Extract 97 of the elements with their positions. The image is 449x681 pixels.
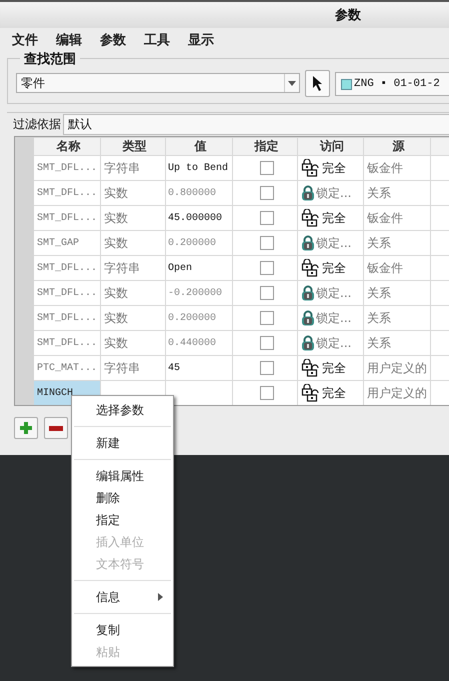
table-cell: 关系	[364, 306, 430, 330]
table-cell: 字符串	[100, 156, 166, 180]
column-header[interactable]: 源	[364, 138, 430, 156]
cursor-icon	[312, 76, 322, 91]
padlock-icon	[301, 235, 315, 251]
table-cell: 关系	[364, 280, 430, 306]
table-cell: 0.200000	[166, 306, 232, 330]
filter-label: 过滤依据	[13, 116, 61, 132]
access-label: 完全	[322, 210, 346, 226]
checkbox[interactable]	[260, 261, 274, 275]
menu-item[interactable]: 参数	[100, 31, 126, 49]
access-label: 锁定...	[316, 284, 352, 302]
padlocks-icon	[301, 159, 321, 177]
padlock-icon	[301, 285, 315, 301]
model-field[interactable]: ZNG ▪ 01-01-2	[335, 72, 449, 96]
menu-item[interactable]: 删除	[72, 487, 173, 509]
minus-icon	[49, 426, 63, 430]
window-title: 参数	[335, 7, 361, 24]
padlock-icon	[301, 310, 315, 326]
access-label: 锁定...	[316, 234, 352, 252]
table-cell[interactable]: SMT_DFL...	[34, 306, 100, 330]
table-cell[interactable]: SMT_DFL...	[34, 330, 100, 356]
table-cell: 实数	[100, 230, 166, 256]
table-cell[interactable]: SMT_DFL...	[34, 280, 100, 306]
menu-item[interactable]: 复制	[72, 619, 173, 641]
table-cell[interactable]: SMT_DFL...	[34, 156, 100, 180]
menu-item[interactable]: 文件	[12, 31, 38, 49]
menu-item[interactable]: 编辑	[56, 31, 82, 49]
checkbox[interactable]	[260, 386, 274, 400]
table-cell[interactable]: SMT_DFL...	[34, 180, 100, 206]
select-button[interactable]	[305, 70, 330, 97]
access-label: 完全	[322, 160, 346, 176]
table-cell: 钣金件	[364, 206, 430, 230]
checkbox[interactable]	[260, 186, 274, 200]
remove-button[interactable]	[44, 417, 68, 439]
padlocks-icon	[301, 359, 321, 377]
column-header[interactable]: 值	[166, 138, 232, 156]
table-cell: 钣金件	[364, 156, 430, 180]
checkbox[interactable]	[260, 161, 274, 175]
checkbox[interactable]	[260, 211, 274, 225]
menu-item[interactable]: 显示	[188, 31, 214, 49]
plus-icon	[20, 422, 32, 434]
group-legend: 查找范围	[20, 50, 80, 68]
checkbox[interactable]	[260, 336, 274, 350]
table-cell: 0.440000	[166, 330, 232, 356]
table-cell: 钣金件	[364, 256, 430, 280]
table-cell: Up to Bend	[166, 156, 232, 180]
add-button[interactable]	[14, 417, 38, 439]
menu-item[interactable]: 编辑属性	[72, 465, 173, 487]
access-label: 完全	[322, 360, 346, 376]
table-cell: 45.000000	[166, 206, 232, 230]
column-header[interactable]: 名称	[34, 138, 100, 156]
column-header[interactable]: 类型	[100, 138, 166, 156]
checkbox[interactable]	[260, 361, 274, 375]
padlocks-icon	[301, 384, 321, 402]
access-label: 锁定...	[316, 184, 352, 202]
menu-item[interactable]: 指定	[72, 509, 173, 531]
table-cell: 关系	[364, 230, 430, 256]
scope-dropdown[interactable]: 零件	[16, 73, 300, 93]
access-label: 锁定...	[316, 334, 352, 352]
access-label: 完全	[322, 384, 346, 402]
table-cell[interactable]: SMT_DFL...	[34, 256, 100, 280]
table-cell: 0.200000	[166, 230, 232, 256]
table-cell: 0.800000	[166, 180, 232, 206]
column-header[interactable]: 指定	[232, 138, 298, 156]
table-cell: Open	[166, 256, 232, 280]
checkbox[interactable]	[260, 311, 274, 325]
table-cell: 关系	[364, 330, 430, 356]
table-cell: 字符串	[100, 356, 166, 380]
dropdown-arrow-icon	[288, 80, 296, 86]
checkbox[interactable]	[260, 236, 274, 250]
table-cell: 实数	[100, 306, 166, 330]
table-cell: 用户定义的	[364, 356, 430, 380]
table-cell: -0.200000	[166, 280, 232, 306]
menu-item[interactable]: 新建	[72, 432, 173, 454]
padlock-icon	[301, 185, 315, 201]
table-cell: 实数	[100, 206, 166, 230]
padlocks-icon	[301, 209, 321, 227]
submenu-arrow-icon	[158, 593, 163, 601]
checkbox[interactable]	[260, 286, 274, 300]
table-cell: 45	[166, 356, 232, 380]
table-cell[interactable]: SMT_GAP	[34, 230, 100, 256]
table-cell: 字符串	[100, 256, 166, 280]
padlocks-icon	[301, 259, 321, 277]
access-label: 锁定...	[316, 310, 352, 326]
column-header[interactable]: 访问	[298, 138, 364, 156]
menu-item[interactable]: 信息	[72, 586, 173, 608]
menu-item[interactable]: 工具	[144, 31, 170, 49]
table-cell: 实数	[100, 180, 166, 206]
table-cell[interactable]: SMT_DFL...	[34, 206, 100, 230]
filter-field[interactable]: 默认	[63, 114, 449, 134]
access-label: 完全	[322, 260, 346, 276]
table-cell: 关系	[364, 180, 430, 206]
part-icon	[341, 78, 352, 90]
table-cell: 实数	[100, 330, 166, 356]
table-cell: 实数	[100, 280, 166, 306]
padlock-icon	[301, 335, 315, 351]
